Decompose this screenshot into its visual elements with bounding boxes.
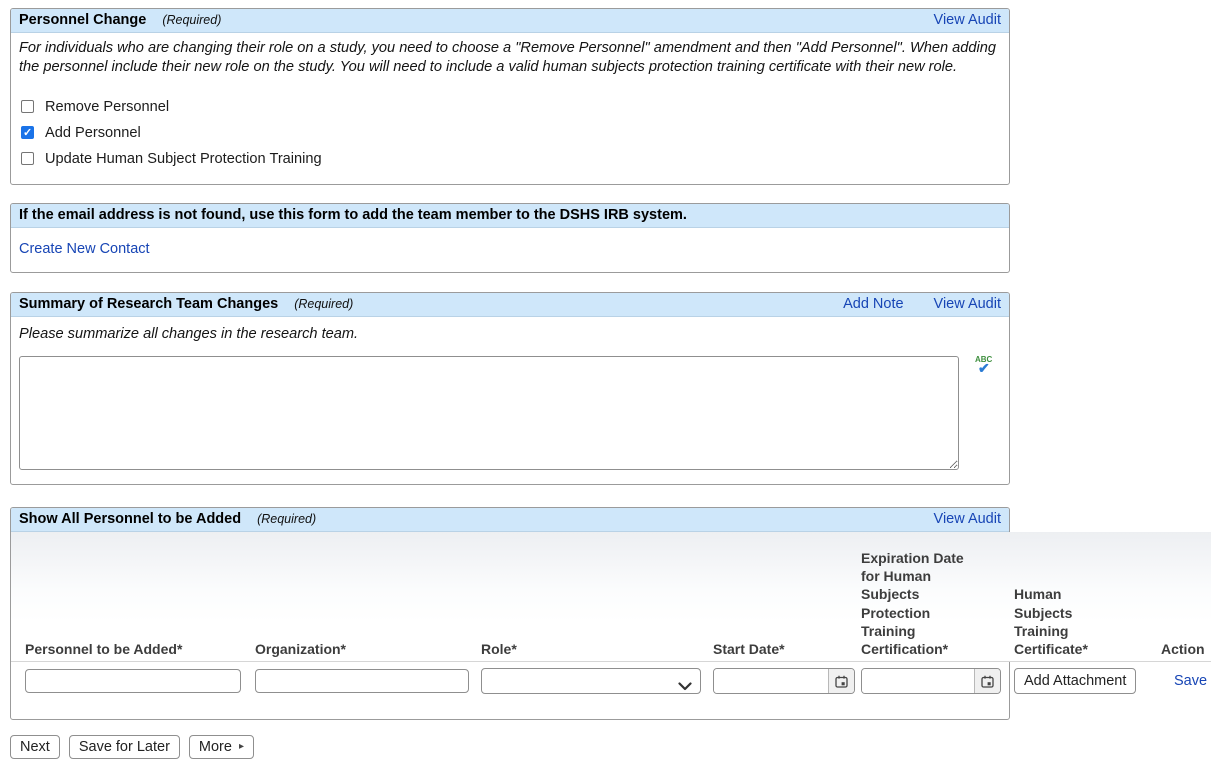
personnel-change-header: Personnel Change (Required) View Audit	[11, 9, 1009, 33]
view-audit-link[interactable]: View Audit	[934, 12, 1001, 28]
email-not-found-body: Create New Contact	[11, 228, 1009, 272]
column-header-expiration-date: Expiration Date for Human Subjects Prote…	[861, 549, 1014, 658]
personnel-change-instructions: For individuals who are changing their r…	[19, 39, 1001, 78]
personnel-to-be-added-section: Show All Personnel to be Added (Required…	[10, 507, 1010, 720]
summary-textarea[interactable]	[19, 356, 959, 470]
checkbox-label: Update Human Subject Protection Training	[45, 151, 322, 167]
view-audit-link[interactable]: View Audit	[934, 511, 1001, 527]
section-title: Personnel Change	[19, 12, 146, 28]
organization-input[interactable]	[255, 669, 469, 693]
section-title: Show All Personnel to be Added	[19, 511, 241, 527]
add-personnel-checkbox[interactable]	[21, 126, 34, 139]
save-row-link[interactable]: Save	[1174, 673, 1207, 689]
personnel-table: Personnel to be Added* Organization* Rol…	[11, 532, 1211, 706]
personnel-table-row: Add Attachment Save	[11, 662, 1211, 706]
expiration-date-calendar-button[interactable]	[974, 669, 1000, 693]
checkbox-label: Remove Personnel	[45, 99, 169, 115]
required-label: (Required)	[257, 512, 316, 526]
create-new-contact-link[interactable]: Create New Contact	[19, 241, 150, 257]
personnel-to-be-added-input[interactable]	[25, 669, 241, 693]
section-title: If the email address is not found, use t…	[19, 207, 687, 223]
role-select[interactable]	[481, 668, 701, 694]
start-date-input[interactable]	[714, 669, 828, 693]
column-header-role: Role*	[481, 640, 713, 658]
update-training-checkbox[interactable]	[21, 152, 34, 165]
checkbox-row-remove-personnel: Remove Personnel	[21, 94, 1001, 120]
personnel-table-column-headers: Personnel to be Added* Organization* Rol…	[11, 532, 1211, 662]
summary-section: Summary of Research Team Changes (Requir…	[10, 292, 1010, 485]
remove-personnel-checkbox[interactable]	[21, 100, 34, 113]
summary-instructions: Please summarize all changes in the rese…	[19, 325, 993, 344]
column-header-certificate: Human Subjects Training Certificate*	[1014, 585, 1161, 658]
more-arrow-icon: ▸	[239, 742, 244, 752]
summary-body: Please summarize all changes in the rese…	[11, 317, 1009, 484]
required-label: (Required)	[162, 13, 221, 27]
checkbox-row-update-training: Update Human Subject Protection Training	[21, 146, 1001, 172]
calendar-icon	[835, 675, 848, 688]
view-audit-link[interactable]: View Audit	[934, 296, 1001, 312]
email-not-found-section: If the email address is not found, use t…	[10, 203, 1010, 273]
column-header-action: Action	[1161, 640, 1211, 658]
email-not-found-header: If the email address is not found, use t…	[11, 204, 1009, 228]
column-header-start-date: Start Date*	[713, 640, 861, 658]
checkbox-row-add-personnel: Add Personnel	[21, 120, 1001, 146]
personnel-change-section: Personnel Change (Required) View Audit F…	[10, 8, 1010, 185]
expiration-date-input[interactable]	[862, 669, 974, 693]
personnel-change-body: For individuals who are changing their r…	[11, 39, 1009, 184]
calendar-icon	[981, 675, 994, 688]
personnel-table-header-bar: Show All Personnel to be Added (Required…	[11, 508, 1009, 532]
section-title: Summary of Research Team Changes	[19, 296, 278, 312]
spellcheck-icon[interactable]: ABC ✔	[975, 356, 997, 374]
spellcheck-checkmark-glyph: ✔	[978, 362, 997, 374]
amendment-form-page: Personnel Change (Required) View Audit F…	[0, 8, 1225, 764]
column-header-organization: Organization*	[255, 640, 481, 658]
personnel-change-options: Remove Personnel Add Personnel Update Hu…	[21, 94, 1001, 172]
summary-header: Summary of Research Team Changes (Requir…	[11, 293, 1009, 317]
required-label: (Required)	[294, 297, 353, 311]
column-header-personnel: Personnel to be Added*	[25, 640, 255, 658]
start-date-calendar-button[interactable]	[828, 669, 854, 693]
checkbox-label: Add Personnel	[45, 125, 141, 141]
add-note-link[interactable]: Add Note	[843, 296, 903, 312]
add-attachment-button[interactable]: Add Attachment	[1014, 668, 1136, 694]
more-button-label: More	[199, 739, 232, 755]
